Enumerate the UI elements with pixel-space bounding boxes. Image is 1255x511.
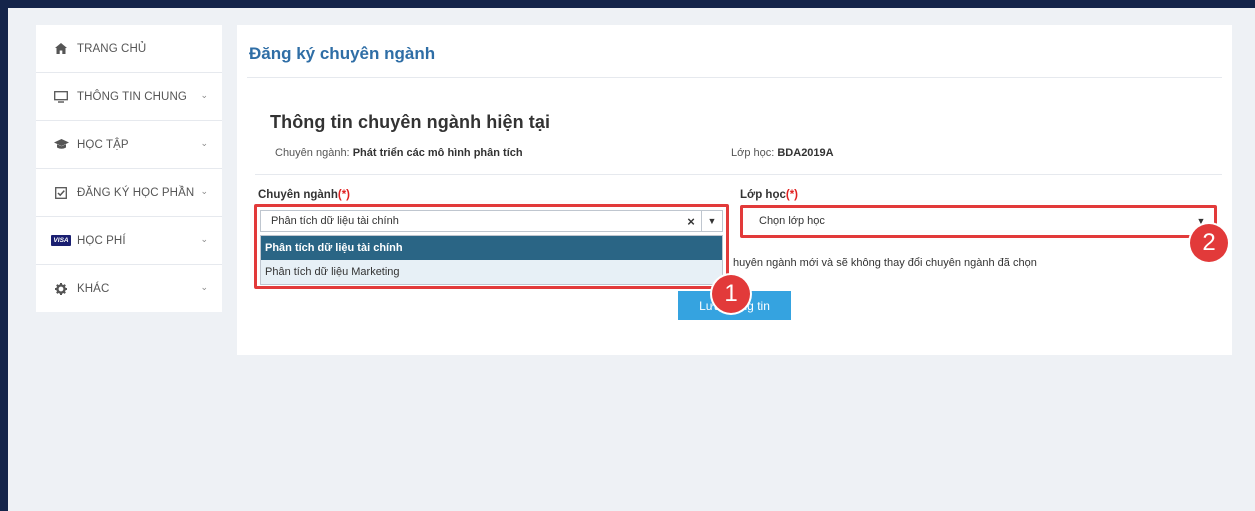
home-icon xyxy=(53,43,69,54)
sidebar-item-course-registration[interactable]: ĐĂNG KÝ HỌC PHẦN ⌄ xyxy=(36,169,222,217)
major-dropdown-list: Phân tích dữ liệu tài chính Phân tích dữ… xyxy=(260,235,723,285)
dropdown-option[interactable]: Phân tích dữ liệu tài chính xyxy=(261,236,722,260)
class-select-placeholder: Chọn lớp học xyxy=(759,215,825,227)
page-title: Đăng ký chuyên ngành xyxy=(249,44,436,63)
chevron-down-icon: ⌄ xyxy=(200,90,208,100)
major-select-value: Phân tích dữ liệu tài chính xyxy=(271,215,399,227)
current-major-heading: Thông tin chuyên ngành hiện tại xyxy=(270,112,551,132)
current-major-info: Chuyên ngành: Phát triển các mô hình phâ… xyxy=(275,147,523,159)
current-major-label: Chuyên ngành: xyxy=(275,147,350,159)
divider xyxy=(247,77,1222,78)
info-note: huyên ngành mới và sẽ không thay đổi chu… xyxy=(733,257,1037,269)
class-select[interactable]: Chọn lớp học ▼ xyxy=(742,210,1212,232)
sidebar-item-other[interactable]: KHÁC ⌄ xyxy=(36,265,222,313)
visa-card-label: VISA xyxy=(51,235,71,246)
class-field-label: Lớp học(*) xyxy=(740,189,798,201)
current-class-label: Lớp học: xyxy=(731,147,775,159)
sidebar-item-label: HỌC TẬP xyxy=(77,138,129,151)
dropdown-option[interactable]: Phân tích dữ liệu Marketing xyxy=(261,260,722,284)
sidebar: TRANG CHỦ THÔNG TIN CHUNG ⌄ HỌC TẬP ⌄ ĐĂ… xyxy=(36,25,222,312)
gear-icon xyxy=(53,283,69,295)
chevron-down-icon: ⌄ xyxy=(200,186,208,196)
sidebar-item-study[interactable]: HỌC TẬP ⌄ xyxy=(36,121,222,169)
sidebar-item-home[interactable]: TRANG CHỦ xyxy=(36,25,222,73)
graduation-cap-icon xyxy=(53,139,69,150)
divider xyxy=(255,174,1222,175)
sidebar-item-tuition[interactable]: VISA HỌC PHÍ ⌄ xyxy=(36,217,222,265)
major-select[interactable]: Phân tích dữ liệu tài chính × ▼ xyxy=(260,210,723,232)
required-marker: (*) xyxy=(785,189,799,201)
sidebar-item-label: ĐĂNG KÝ HỌC PHẦN xyxy=(77,186,195,199)
visa-card-icon: VISA xyxy=(51,235,71,246)
sidebar-item-general-info[interactable]: THÔNG TIN CHUNG ⌄ xyxy=(36,73,222,121)
sidebar-item-label: TRANG CHỦ xyxy=(77,42,147,55)
required-marker: (*) xyxy=(337,189,351,201)
sidebar-item-label: THÔNG TIN CHUNG xyxy=(77,90,187,103)
chevron-down-icon: ⌄ xyxy=(200,282,208,292)
window-frame-left xyxy=(0,0,8,511)
current-class-info: Lớp học: BDA2019A xyxy=(731,147,834,159)
major-field-label: Chuyên ngành(*) xyxy=(258,189,350,201)
sidebar-item-label: KHÁC xyxy=(77,283,110,295)
checkbox-icon xyxy=(53,186,69,199)
class-label-text: Lớp học xyxy=(740,189,786,201)
major-label-text: Chuyên ngành xyxy=(258,189,338,201)
dropdown-arrow-icon[interactable]: ▼ xyxy=(701,211,722,231)
sidebar-item-label: HỌC PHÍ xyxy=(77,234,126,247)
annotation-badge-2: 2 xyxy=(1190,224,1228,262)
current-major-value: Phát triển các mô hình phân tích xyxy=(352,147,523,159)
chevron-down-icon: ⌄ xyxy=(200,138,208,148)
window-frame-top xyxy=(0,0,1255,8)
current-class-value: BDA2019A xyxy=(777,147,834,159)
chevron-down-icon: ⌄ xyxy=(200,234,208,244)
monitor-icon xyxy=(53,90,69,103)
clear-icon[interactable]: × xyxy=(681,214,701,229)
annotation-badge-1: 1 xyxy=(712,275,750,313)
